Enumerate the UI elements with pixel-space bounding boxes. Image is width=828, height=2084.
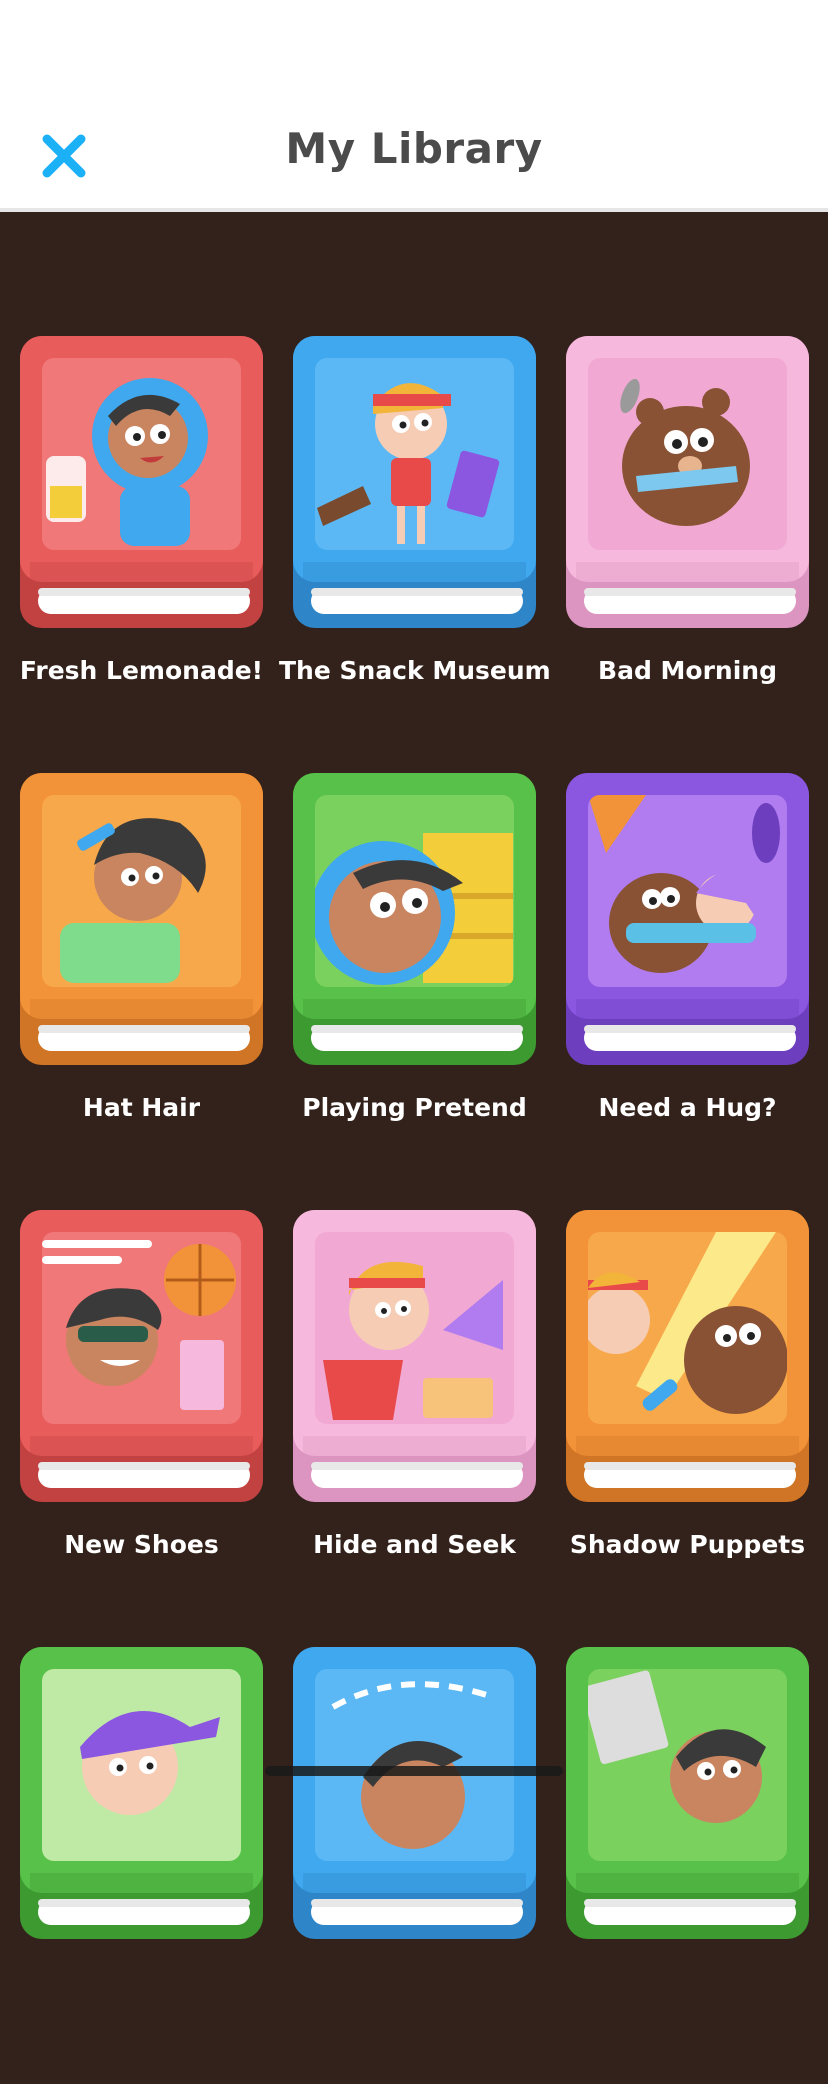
book-title: Hide and Seek	[313, 1530, 516, 1559]
book-title: Bad Morning	[598, 656, 777, 685]
book-cover	[566, 1647, 809, 1939]
book-cover	[20, 1647, 263, 1939]
book-title: New Shoes	[64, 1530, 219, 1559]
book-card[interactable]: Hide and Seek	[293, 1210, 536, 1647]
book-card[interactable]	[566, 1647, 809, 2084]
book-card[interactable]: Hat Hair	[20, 773, 263, 1210]
book-card[interactable]: Playing Pretend	[293, 773, 536, 1210]
book-cover	[293, 336, 536, 628]
book-card[interactable]: New Shoes	[20, 1210, 263, 1647]
book-card[interactable]: Bad Morning	[566, 336, 809, 773]
book-cover	[566, 1210, 809, 1502]
book-cover	[20, 336, 263, 628]
library-grid: Fresh Lemonade! The Snack Museum Bad Mor…	[20, 336, 810, 2084]
book-card[interactable]: The Snack Museum	[279, 336, 551, 773]
book-cover	[293, 773, 536, 1065]
book-card[interactable]: Fresh Lemonade!	[20, 336, 263, 773]
book-cover	[293, 1647, 536, 1939]
book-cover	[20, 1210, 263, 1502]
book-cover	[20, 773, 263, 1065]
book-title: Playing Pretend	[302, 1093, 527, 1122]
book-cover	[566, 336, 809, 628]
book-title: The Snack Museum	[279, 656, 551, 685]
book-title: Fresh Lemonade!	[19, 656, 264, 685]
book-title: Need a Hug?	[598, 1093, 777, 1122]
home-indicator	[265, 1766, 563, 1776]
book-card[interactable]: Shadow Puppets	[566, 1210, 809, 1647]
book-card[interactable]	[293, 1647, 536, 2084]
book-title: Hat Hair	[82, 1093, 201, 1122]
book-title: Shadow Puppets	[569, 1530, 806, 1559]
book-cover	[293, 1210, 536, 1502]
book-card[interactable]	[20, 1647, 263, 2084]
book-card[interactable]: Need a Hug?	[566, 773, 809, 1210]
header-bar: My Library	[0, 0, 828, 212]
page-title: My Library	[285, 124, 543, 173]
book-cover	[566, 773, 809, 1065]
